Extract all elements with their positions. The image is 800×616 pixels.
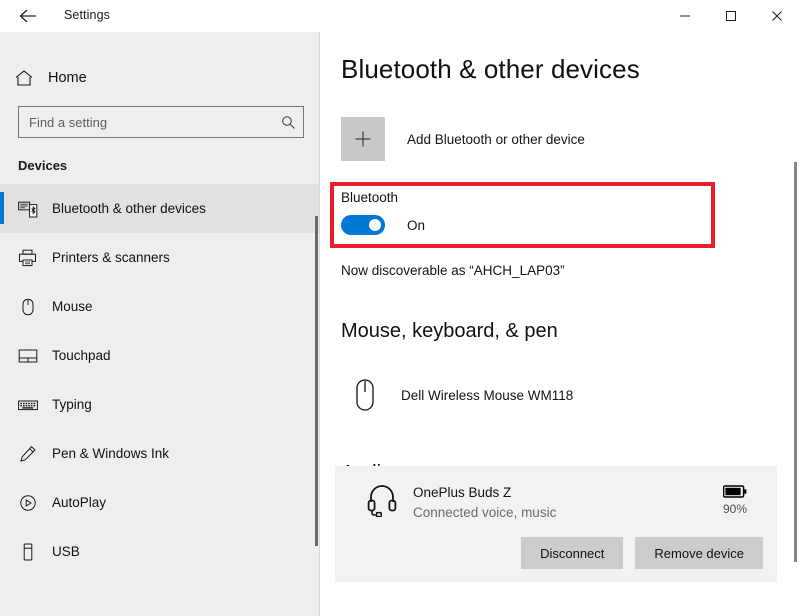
search-icon bbox=[273, 115, 303, 130]
sidebar-item-label: Typing bbox=[52, 397, 92, 412]
minimize-button[interactable] bbox=[662, 0, 708, 32]
audio-device-texts: OnePlus Buds Z Connected voice, music bbox=[413, 483, 556, 523]
maximize-button[interactable] bbox=[708, 0, 754, 32]
audio-device-panel[interactable]: OnePlus Buds Z Connected voice, music 90… bbox=[335, 466, 777, 582]
bluetooth-devices-icon bbox=[18, 197, 52, 221]
sidebar-item-label: Bluetooth & other devices bbox=[52, 201, 206, 216]
bluetooth-state-label: On bbox=[407, 217, 426, 233]
sidebar-item-pen-windows-ink[interactable]: Pen & Windows Ink bbox=[0, 429, 319, 478]
sidebar-scrollbar[interactable] bbox=[315, 216, 318, 546]
sidebar-item-label: Mouse bbox=[52, 299, 93, 314]
window-title: Settings bbox=[64, 8, 110, 22]
bluetooth-label: Bluetooth bbox=[341, 190, 399, 205]
sidebar-item-home[interactable]: Home bbox=[0, 58, 319, 98]
add-device-label: Add Bluetooth or other device bbox=[407, 131, 585, 147]
remove-device-button[interactable]: Remove device bbox=[635, 537, 763, 569]
settings-window: Settings Home Find a setting Devices Blu… bbox=[0, 0, 800, 616]
audio-device-name: OnePlus Buds Z bbox=[413, 485, 512, 500]
sidebar-item-label: AutoPlay bbox=[52, 495, 107, 510]
add-device-button[interactable]: Add Bluetooth or other device bbox=[341, 117, 585, 161]
autoplay-icon bbox=[18, 491, 52, 515]
toggle-knob bbox=[369, 219, 381, 231]
title-bar: Settings bbox=[0, 0, 800, 32]
sidebar-item-bluetooth-other-devices[interactable]: Bluetooth & other devices bbox=[0, 184, 319, 233]
sidebar-item-label: Pen & Windows Ink bbox=[52, 446, 170, 461]
sidebar-item-usb[interactable]: USB bbox=[0, 527, 319, 576]
page-title: Bluetooth & other devices bbox=[341, 54, 640, 84]
bluetooth-toggle-row: On bbox=[341, 215, 425, 235]
keyboard-icon bbox=[18, 393, 52, 417]
home-icon bbox=[0, 69, 48, 87]
bluetooth-section: Bluetooth On bbox=[341, 190, 425, 235]
sidebar-item-label: USB bbox=[52, 544, 80, 559]
sidebar-item-autoplay[interactable]: AutoPlay bbox=[0, 478, 319, 527]
sidebar: Home Devices bbox=[0, 32, 320, 616]
audio-device-info: OnePlus Buds Z Connected voice, music bbox=[359, 483, 556, 523]
printer-icon bbox=[18, 246, 52, 270]
sidebar-item-touchpad[interactable]: Touchpad bbox=[0, 331, 319, 380]
main-content: Bluetooth & other devices Add Bluetooth … bbox=[321, 32, 800, 616]
battery-percent: 90% bbox=[722, 502, 748, 516]
audio-device-status: Connected voice, music bbox=[413, 505, 557, 520]
audio-device-actions: Disconnect Remove device bbox=[521, 537, 763, 569]
battery-icon bbox=[711, 485, 759, 498]
home-label: Home bbox=[48, 70, 87, 86]
pen-icon bbox=[18, 442, 52, 466]
sidebar-section-title: Devices bbox=[18, 158, 68, 173]
content-scrollbar[interactable] bbox=[794, 162, 797, 562]
search-input[interactable] bbox=[19, 114, 273, 130]
device-name: Dell Wireless Mouse WM118 bbox=[401, 387, 574, 403]
sidebar-item-mouse[interactable]: Mouse bbox=[0, 282, 319, 331]
headset-icon bbox=[359, 483, 405, 517]
sidebar-item-printers-scanners[interactable]: Printers & scanners bbox=[0, 233, 319, 282]
sidebar-item-typing[interactable]: Typing bbox=[0, 380, 319, 429]
search-box[interactable] bbox=[18, 106, 304, 138]
device-row-mouse[interactable]: Dell Wireless Mouse WM118 bbox=[341, 372, 573, 418]
mouse-keyboard-pen-heading: Mouse, keyboard, & pen bbox=[341, 320, 558, 342]
battery-indicator: 90% bbox=[711, 483, 759, 516]
bluetooth-toggle[interactable] bbox=[341, 215, 385, 235]
mouse-icon bbox=[341, 372, 389, 418]
sidebar-item-label: Printers & scanners bbox=[52, 250, 170, 265]
window-controls bbox=[662, 0, 800, 32]
discoverable-text: Now discoverable as “AHCH_LAP03” bbox=[341, 263, 565, 278]
plus-icon bbox=[341, 117, 385, 161]
close-button[interactable] bbox=[754, 0, 800, 32]
usb-icon bbox=[18, 540, 52, 564]
sidebar-nav-list: Bluetooth & other devices Printers & sca… bbox=[0, 184, 319, 576]
disconnect-button[interactable]: Disconnect bbox=[521, 537, 624, 569]
sidebar-item-label: Touchpad bbox=[52, 348, 111, 363]
mouse-icon bbox=[18, 295, 52, 319]
back-button[interactable] bbox=[8, 2, 48, 30]
touchpad-icon bbox=[18, 344, 52, 368]
